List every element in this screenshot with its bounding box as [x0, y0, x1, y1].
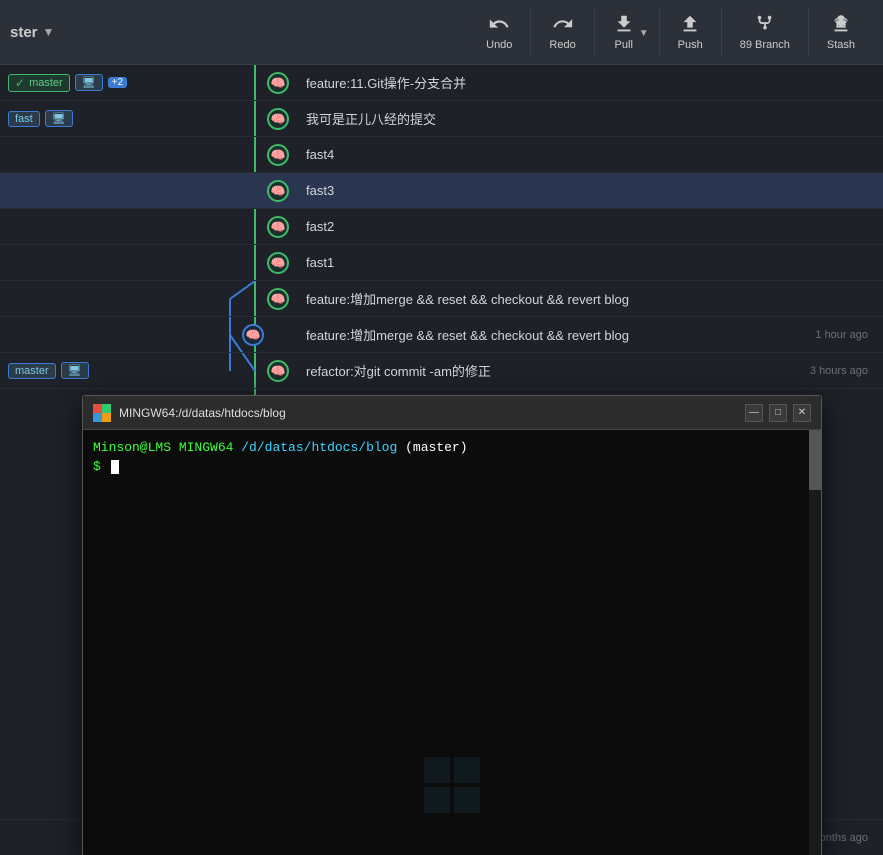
terminal-path: /d/datas/htdocs/blog — [241, 440, 397, 455]
branch-labels — [0, 173, 260, 208]
terminal-minimize-button[interactable]: — — [745, 404, 763, 422]
stash-button[interactable]: Stash — [809, 8, 873, 56]
terminal-branch: (master) — [405, 440, 467, 455]
commit-node: 🧠 — [267, 360, 289, 382]
commit-message: feature:11.Git操作-分支合并 — [296, 65, 773, 100]
terminal-window[interactable]: MINGW64:/d/datas/htdocs/blog — □ ✕ Minso… — [82, 395, 822, 855]
commit-message: refactor:对git commit -am的修正 — [296, 353, 773, 388]
commit-message: 我可是正儿八经的提交 — [296, 101, 773, 136]
branch-labels: fast 🖥 — [0, 101, 260, 136]
terminal-title: MINGW64:/d/datas/htdocs/blog — [119, 406, 737, 420]
terminal-controls: — □ ✕ — [745, 404, 811, 422]
graph-area: ✓ master 🖥 +2 🧠 feature:11.Git操作-分支合并 — [0, 65, 883, 855]
branch-labels — [0, 245, 260, 280]
commit-row[interactable]: ✓ master 🖥 +2 🧠 feature:11.Git操作-分支合并 — [0, 65, 883, 101]
terminal-titlebar: MINGW64:/d/datas/htdocs/blog — □ ✕ — [83, 396, 821, 430]
pull-icon — [613, 13, 635, 35]
commit-row[interactable]: 🧠 fast3 — [0, 173, 883, 209]
push-icon — [679, 13, 701, 35]
mingw-logo-icon — [93, 404, 111, 422]
branch-button[interactable]: 89 Branch — [722, 8, 809, 56]
commit-timestamp: 3 hours ago — [773, 365, 883, 377]
terminal-dollar-prompt: $ — [93, 459, 811, 474]
commit-row[interactable]: 🧠 fast4 — [0, 137, 883, 173]
commit-node: 🧠 — [267, 72, 289, 94]
branch-icon — [754, 13, 776, 35]
branch-labels: ✓ master 🖥 +2 — [0, 65, 260, 100]
commit-row[interactable]: 🧠 feature:增加merge && reset && checkout &… — [0, 317, 883, 353]
terminal-scrollbar-thumb — [809, 430, 821, 490]
branch-tag-monitor3[interactable]: 🖥 — [61, 362, 89, 379]
repo-title: ster ▼ — [10, 24, 54, 41]
repo-dropdown-arrow[interactable]: ▼ — [43, 25, 55, 39]
branch-labels — [0, 209, 260, 244]
commit-row[interactable]: master 🖥 🧠 refactor:对git commit -am的修正 3… — [0, 353, 883, 389]
branch-tag-monitor[interactable]: 🖥 — [75, 74, 103, 91]
commit-node: 🧠 — [267, 288, 289, 310]
terminal-close-button[interactable]: ✕ — [793, 404, 811, 422]
commit-message: feature:增加merge && reset && checkout && … — [296, 281, 773, 316]
commit-row[interactable]: 🧠 feature:增加merge && reset && checkout &… — [0, 281, 883, 317]
commit-node: 🧠 — [267, 252, 289, 274]
branch-tag-monitor2[interactable]: 🖥 — [45, 110, 73, 127]
redo-button[interactable]: Redo — [531, 8, 594, 56]
commit-node: 🧠 — [267, 180, 289, 202]
branch-tag-master2[interactable]: master — [8, 363, 56, 379]
commit-message: fast4 — [296, 137, 773, 172]
commit-list: ✓ master 🖥 +2 🧠 feature:11.Git操作-分支合并 — [0, 65, 883, 389]
stash-icon — [830, 13, 852, 35]
commit-row[interactable]: 🧠 fast1 — [0, 245, 883, 281]
branch-labels — [0, 137, 260, 172]
undo-button[interactable]: Undo — [468, 8, 531, 56]
branch-labels — [0, 281, 260, 316]
pull-dropdown-arrow[interactable]: ▼ — [637, 28, 649, 39]
commit-message: fast3 — [296, 173, 773, 208]
check-icon: ✓ — [15, 76, 25, 90]
push-button[interactable]: Push — [660, 8, 722, 56]
toolbar: ster ▼ Undo Redo Pull ▼ — [0, 0, 883, 65]
toolbar-actions: Undo Redo Pull ▼ Push — [468, 8, 873, 56]
terminal-maximize-button[interactable]: □ — [769, 404, 787, 422]
commit-row[interactable]: fast 🖥 🧠 我可是正儿八经的提交 — [0, 101, 883, 137]
pull-button[interactable]: Pull ▼ — [595, 8, 660, 56]
commit-node: 🧠 — [242, 324, 264, 346]
terminal-prompt-line: Minson@LMS MINGW64 /d/datas/htdocs/blog … — [93, 440, 811, 455]
commit-timestamp: 1 hour ago — [773, 329, 883, 341]
redo-icon — [552, 13, 574, 35]
branch-tag-fast[interactable]: fast — [8, 111, 40, 127]
commit-node: 🧠 — [267, 144, 289, 166]
windows-logo-icon — [422, 755, 482, 819]
commit-node: 🧠 — [267, 216, 289, 238]
terminal-cursor — [111, 460, 119, 474]
commit-message: feature:增加merge && reset && checkout && … — [296, 317, 773, 352]
terminal-scrollbar[interactable] — [809, 430, 821, 855]
plus-badge: +2 — [108, 77, 127, 88]
commit-message: fast2 — [296, 209, 773, 244]
commit-message: fast1 — [296, 245, 773, 280]
terminal-body: Minson@LMS MINGW64 /d/datas/htdocs/blog … — [83, 430, 821, 855]
branch-tag-master-checked[interactable]: ✓ master — [8, 74, 70, 92]
commit-row[interactable]: 🧠 fast2 — [0, 209, 883, 245]
branch-labels: master 🖥 — [0, 353, 260, 388]
terminal-user: Minson@LMS MINGW64 — [93, 440, 233, 455]
undo-icon — [488, 13, 510, 35]
commit-node: 🧠 — [267, 108, 289, 130]
branch-labels — [0, 317, 260, 352]
